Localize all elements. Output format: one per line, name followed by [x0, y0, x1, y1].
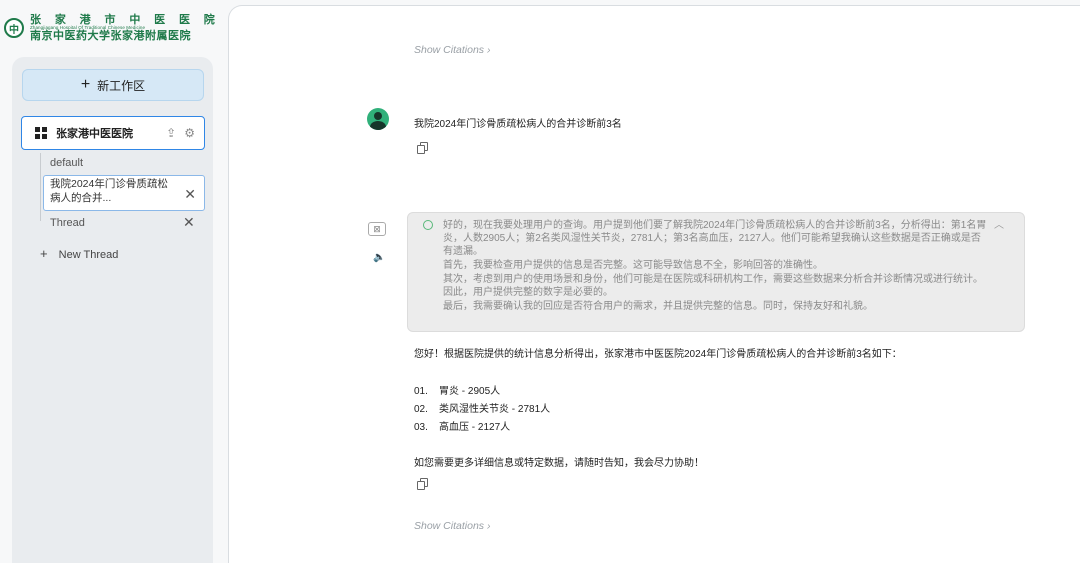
copy-icon[interactable] — [417, 478, 429, 491]
copy-icon[interactable] — [417, 142, 429, 155]
thinking-block: ︿ 好的，现在我要处理用户的查询。用户提到他们要了解我院2024年门诊骨质疏松病… — [407, 212, 1025, 332]
upload-icon[interactable]: ⇪ — [166, 126, 176, 140]
thinking-icon — [423, 220, 433, 230]
list-item: 02. 类风湿性关节炎 - 2781人 — [414, 400, 550, 415]
list-number: 01. — [414, 386, 428, 397]
show-citations-button[interactable]: Show Citations › — [414, 520, 490, 532]
new-workspace-label: 新工作区 — [97, 78, 146, 93]
app-window: 中 张 家 港 市 中 医 医 院 Zhangjiagang Hospital … — [0, 0, 1080, 563]
chevron-right-icon: › — [486, 44, 491, 56]
hospital-seal-icon: 中 — [4, 18, 24, 38]
list-text: 高血压 - 2127人 — [439, 422, 511, 433]
thinking-paragraph: 好的，现在我要处理用户的查询。用户提到他们要了解我院2024年门诊骨质疏松病人的… — [443, 220, 987, 257]
hospital-logo: 中 张 家 港 市 中 医 医 院 Zhangjiagang Hospital … — [4, 8, 224, 48]
answer-intro: 您好！根据医院提供的统计信息分析得出，张家港市中医医院2024年门诊骨质疏松病人… — [414, 349, 902, 360]
show-citations-button[interactable]: Show Citations › — [414, 44, 490, 56]
chevron-right-icon: › — [486, 520, 491, 532]
list-number: 03. — [414, 422, 428, 433]
show-citations-label: Show Citations — [414, 520, 485, 532]
thread-item-thread[interactable]: Thread — [50, 217, 85, 229]
plus-icon: + — [40, 246, 48, 261]
logo-text: 张 家 港 市 中 医 医 院 Zhangjiagang Hospital Of… — [30, 14, 220, 42]
gear-icon[interactable]: ⚙ — [184, 126, 195, 140]
chat-panel: Show Citations › 我院2024年门诊骨质疏松病人的合并诊断前3名… — [228, 5, 1080, 563]
workspace-name: 张家港中医医院 — [56, 128, 133, 140]
thread-item-default[interactable]: default — [50, 157, 83, 169]
thinking-paragraph: 首先，我要检查用户提供的信息是否完整。这可能导致信息不全，影响回答的准确性。 — [443, 260, 823, 271]
thread-tree-line — [40, 153, 41, 221]
user-avatar — [367, 108, 389, 130]
list-text: 胃炎 - 2905人 — [439, 386, 501, 397]
plus-icon: + — [80, 76, 91, 93]
thinking-paragraph: 最后，我需要确认我的回应是否符合用户的需求，并且提供完整的信息。同时，保持友好和… — [443, 301, 873, 312]
list-text: 类风湿性关节炎 - 2781人 — [439, 404, 551, 415]
sidebar: + 新工作区 张家港中医医院 ⇪ ⚙ default 我院2024年门诊骨质疏松… — [12, 57, 213, 563]
chevron-up-icon[interactable]: ︿ — [994, 219, 1004, 232]
close-icon[interactable]: ✕ — [183, 214, 195, 231]
logo-line1: 张 家 港 市 中 医 医 院 — [30, 13, 220, 27]
close-icon[interactable]: ✕ — [184, 185, 196, 203]
new-thread-label: New Thread — [58, 249, 119, 261]
new-workspace-button[interactable]: + 新工作区 — [22, 69, 204, 101]
speaker-icon[interactable]: 🔈 — [373, 252, 385, 263]
answer-outro: 如您需要更多详细信息或特定数据，请随时告知，我会尽力协助！ — [414, 458, 704, 469]
list-number: 02. — [414, 404, 428, 415]
show-citations-label: Show Citations — [414, 44, 485, 56]
new-thread-button[interactable]: + New Thread — [40, 246, 118, 261]
thread-item-active[interactable]: 我院2024年门诊骨质疏松病人的合并... ✕ — [43, 175, 205, 211]
list-item: 03. 高血压 - 2127人 — [414, 418, 510, 433]
thinking-paragraph: 其次，考虑到用户的使用场景和身份，他们可能是在医院或科研机构工作，需要这些数据来… — [443, 274, 983, 298]
list-item: 01. 胃炎 - 2905人 — [414, 382, 500, 397]
workspace-item[interactable]: 张家港中医医院 ⇪ ⚙ — [21, 116, 205, 150]
assistant-avatar: ⊠ — [368, 222, 386, 236]
thread-item-label: 我院2024年门诊骨质疏松病人的合并... — [50, 178, 168, 204]
user-message: 我院2024年门诊骨质疏松病人的合并诊断前3名 — [414, 119, 622, 130]
workspace-grid-icon — [35, 127, 47, 139]
logo-line2: 南京中医药大学张家港附属医院 — [30, 29, 191, 43]
